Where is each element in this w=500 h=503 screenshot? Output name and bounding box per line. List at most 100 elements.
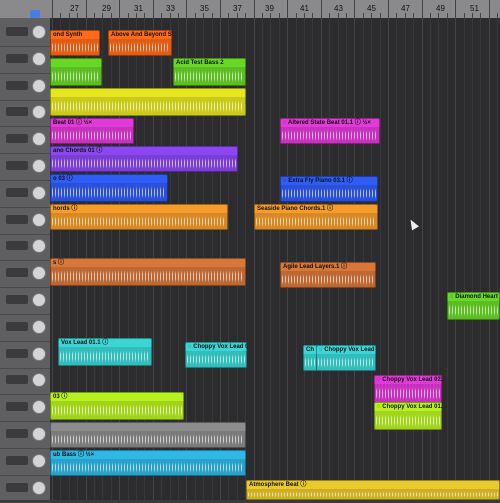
ruler-bar-29: 29 [102, 4, 111, 13]
track-pan-knob[interactable] [32, 159, 46, 173]
region-r16[interactable]: Vox Lead 01.1 ⓘ [58, 338, 152, 366]
track-pan-knob[interactable] [32, 185, 46, 200]
track-fader-slot[interactable] [6, 429, 28, 438]
region-waveform-area [246, 489, 500, 500]
region-r8[interactable]: ano Chords 01 ⓘ [50, 146, 238, 172]
track-header[interactable] [0, 368, 50, 396]
region-r14[interactable]: Agile Lead Layers.1 ⓘ [280, 262, 376, 288]
track-pan-knob[interactable] [32, 373, 46, 388]
track-pan-knob[interactable] [32, 132, 46, 147]
track-header[interactable] [0, 395, 50, 423]
track-pan-knob[interactable] [32, 453, 46, 468]
track-fader-slot[interactable] [6, 321, 28, 331]
region-r9[interactable]: o 03 ⓘ [50, 174, 168, 202]
region-r19[interactable]: ◌ Choppy Vox Lead 01 [316, 345, 376, 371]
ruler-bar-33: 33 [166, 4, 175, 13]
track-pan-knob[interactable] [32, 266, 46, 281]
track-pan-knob[interactable] [32, 319, 46, 334]
track-header[interactable] [0, 288, 50, 315]
track-pan-knob[interactable] [32, 51, 46, 66]
track-header[interactable] [0, 74, 50, 101]
track-fader-slot[interactable] [6, 482, 28, 492]
region-r1[interactable]: ond Synth [50, 30, 100, 56]
region-r20[interactable]: ◌ Choppy Vox Lead 02.1 [374, 375, 442, 403]
track-pan-knob[interactable] [32, 480, 46, 495]
track-fader-slot[interactable] [6, 107, 28, 117]
region-r3[interactable] [50, 58, 102, 86]
region-label: ano Chords 01 ⓘ [53, 148, 103, 154]
region-r21[interactable]: 03 ⓘ [50, 392, 184, 420]
track-fader-slot[interactable] [6, 295, 28, 304]
region-r22[interactable]: ◌ Choppy Vox Lead 01.3 [374, 402, 442, 430]
region-r25[interactable]: Atmosphere Beat ⓘ [246, 480, 500, 500]
track-header[interactable] [0, 234, 50, 262]
track-fader-slot[interactable] [6, 348, 28, 358]
region-r17[interactable]: ◌ Choppy Vox Lead 01.4 [185, 342, 247, 368]
ruler-tick [253, 0, 255, 18]
grid-line [278, 18, 280, 500]
track-fader-slot[interactable] [6, 402, 28, 412]
track-header[interactable] [0, 127, 50, 155]
track-fader-slot[interactable] [6, 214, 28, 224]
track-header[interactable] [0, 181, 50, 208]
track-header[interactable] [0, 47, 50, 74]
track-fader-slot[interactable] [6, 53, 28, 63]
ruler-tick [320, 0, 322, 18]
region-r4[interactable]: Acid Test Bass 2 [173, 58, 246, 86]
track-header[interactable] [0, 154, 50, 181]
track-header[interactable] [0, 449, 50, 476]
track-header[interactable] [0, 261, 50, 289]
track-fader-slot[interactable] [6, 80, 28, 90]
region-r12[interactable]: Seaside Piano Chords.1 ⓘ [254, 204, 378, 230]
track-header[interactable] [0, 315, 50, 342]
region-r10[interactable]: ◌ Extra Fly Piano 03.1 ⓘ [280, 176, 378, 202]
region-label: ◌ Choppy Vox Lead 01 [319, 347, 376, 353]
track-pan-knob[interactable] [32, 212, 46, 227]
playhead-marker[interactable] [30, 10, 40, 18]
region-r15[interactable]: ◌ Diamond Heart [447, 292, 500, 320]
bar-ruler[interactable]: 27 29 31 33 35 37 39 41 43 45 47 49 51 [0, 0, 500, 19]
track-pan-knob[interactable] [32, 400, 46, 415]
region-r24[interactable]: ub Bass ⓘ ½× [50, 450, 246, 476]
track-pan-knob[interactable] [32, 346, 46, 361]
track-fader-slot[interactable] [6, 187, 28, 197]
track-header[interactable] [0, 422, 50, 449]
track-pan-knob[interactable] [32, 25, 46, 39]
ruler-tick [152, 0, 154, 18]
region-r11[interactable]: hords ⓘ [50, 204, 228, 230]
region-r18[interactable]: Ch [303, 345, 317, 371]
track-pan-knob[interactable] [32, 239, 46, 254]
region-label: Ch [306, 347, 314, 353]
region-label: hords ⓘ [53, 206, 78, 212]
track-header[interactable] [0, 342, 50, 369]
region-r23[interactable] [50, 422, 246, 448]
grid-line [329, 18, 331, 500]
track-pan-knob[interactable] [32, 78, 46, 93]
track-header[interactable] [0, 100, 50, 128]
region-waveform-area [50, 183, 168, 202]
region-waveform-area [50, 127, 134, 144]
track-pan-knob[interactable] [32, 105, 46, 120]
grid-line [463, 18, 465, 500]
track-pan-knob[interactable] [32, 293, 46, 307]
track-fader-slot[interactable] [6, 241, 28, 251]
region-label: Vox Lead 01.1 ⓘ [61, 340, 109, 346]
grid-line [446, 18, 448, 500]
region-r7[interactable]: ◌ Altered State Beat 01.1 ⓘ ½× [280, 118, 380, 144]
region-waveform-area [50, 39, 100, 56]
track-fader-slot[interactable] [6, 455, 28, 465]
track-header[interactable] [0, 20, 50, 47]
track-pan-knob[interactable] [32, 427, 46, 441]
region-r6[interactable]: Beat 01 ⓘ ½× [50, 118, 134, 144]
region-r13[interactable]: s ⓘ [50, 258, 246, 286]
ruler-tick [354, 0, 356, 18]
track-fader-slot[interactable] [6, 27, 28, 36]
track-fader-slot[interactable] [6, 268, 28, 278]
track-header[interactable] [0, 476, 50, 503]
track-fader-slot[interactable] [6, 375, 28, 385]
track-fader-slot[interactable] [6, 134, 28, 144]
track-header[interactable] [0, 208, 50, 235]
track-fader-slot[interactable] [6, 161, 28, 170]
region-r5[interactable] [50, 88, 246, 116]
region-r2[interactable]: Above And Beyond Synt [108, 30, 172, 56]
